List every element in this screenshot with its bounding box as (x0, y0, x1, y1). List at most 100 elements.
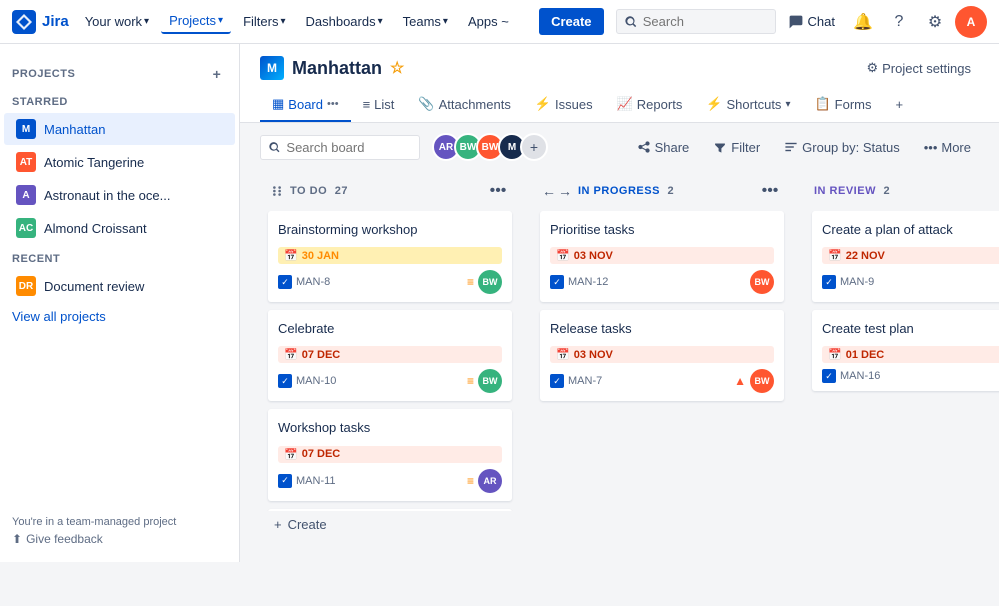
card-man12[interactable]: Prioritise tasks 📅 03 NOV MAN-12 BW (540, 211, 784, 302)
almond-icon: AC (16, 218, 36, 238)
card-man7[interactable]: Release tasks 📅 03 NOV MAN-7 ▲ BW (540, 310, 784, 401)
chat-button[interactable]: Chat (780, 10, 843, 34)
column-inreview-title: IN REVIEW 2 (814, 185, 999, 197)
card-man9-title: Create a plan of attack (822, 221, 999, 239)
card-man9-id: MAN-9 (822, 275, 874, 289)
search-box[interactable] (616, 9, 776, 34)
group-icon (784, 140, 798, 154)
user-avatar[interactable]: A (955, 6, 987, 38)
card-man10-title: Celebrate (278, 320, 502, 338)
project-icon: M (260, 56, 284, 80)
share-button[interactable]: Share (629, 136, 698, 159)
card-man11-bottom: MAN-11 ≡ AR (278, 469, 502, 493)
card-man13[interactable]: Contact marketing 📅 07 DEC MAN-13 ≡ (268, 509, 512, 511)
card-man8[interactable]: Brainstorming workshop 📅 30 JAN MAN-8 ≡ (268, 211, 512, 302)
tab-reports[interactable]: 📈 Reports (605, 88, 695, 122)
card-man8-id: MAN-8 (278, 275, 330, 289)
tab-issues[interactable]: ⚡ Issues (523, 88, 605, 122)
more-button[interactable]: ••• More (916, 136, 979, 159)
project-tabs: ▦ Board ••• ≡ List 📎 Attachments ⚡ Issue… (260, 88, 979, 122)
sidebar-item-atomic-tangerine[interactable]: AT Atomic Tangerine (4, 146, 235, 178)
search-input[interactable] (643, 14, 767, 29)
star-icon[interactable]: ☆ (390, 58, 404, 78)
card-man10[interactable]: Celebrate 📅 07 DEC MAN-10 ≡ BW (268, 310, 512, 401)
add-member-avatar[interactable]: + (520, 133, 548, 161)
nav-filters[interactable]: Filters ▾ (235, 10, 293, 33)
settings-button[interactable]: ⚙ (919, 6, 951, 38)
nav-teams[interactable]: Teams ▾ (395, 10, 456, 33)
give-feedback-button[interactable]: ⬆ Give feedback (12, 528, 240, 546)
chevron-down-icon: ▾ (443, 16, 448, 27)
card-man16-bottom: MAN-16 ≡ (822, 369, 999, 383)
card-man16-title: Create test plan (822, 320, 999, 338)
filter-button[interactable]: Filter (705, 136, 768, 159)
column-inprogress-more[interactable]: ••• (758, 179, 782, 203)
tab-board[interactable]: ▦ Board ••• (260, 88, 351, 122)
task-icon (550, 275, 564, 289)
sidebar-item-almond-croissant[interactable]: AC Almond Croissant (4, 212, 235, 244)
search-board-box[interactable] (260, 135, 420, 160)
column-todo-cards: Brainstorming workshop 📅 30 JAN MAN-8 ≡ (260, 211, 520, 511)
card-man16-id: MAN-16 (822, 369, 880, 383)
calendar-icon: 📅 (828, 348, 842, 361)
column-todo-title: TO DO 27 (290, 185, 480, 197)
tab-attachments[interactable]: 📎 Attachments (406, 88, 522, 122)
card-man7-title: Release tasks (550, 320, 774, 338)
column-inreview: IN REVIEW 2 ••• Create a plan of attack … (804, 171, 999, 542)
board-icon: ▦ (272, 96, 284, 112)
nav-dashboards[interactable]: Dashboards ▾ (297, 10, 390, 33)
priority-medium-icon: ≡ (467, 474, 474, 488)
sidebar-item-astronaut[interactable]: A Astronaut in the oce... (4, 179, 235, 211)
arrow-left-icon[interactable]: ← (542, 183, 556, 199)
astronaut-icon: A (16, 185, 36, 205)
card-man11-meta: ≡ AR (467, 469, 502, 493)
priority-high-icon: ▲ (734, 374, 746, 388)
tab-forms[interactable]: 📋 Forms (802, 88, 883, 122)
card-man7-bottom: MAN-7 ▲ BW (550, 369, 774, 393)
column-todo-header: TO DO 27 ••• (260, 171, 520, 211)
chevron-down-icon: ▾ (144, 16, 149, 27)
card-man8-date: 📅 30 JAN (278, 247, 502, 264)
column-inreview-header: IN REVIEW 2 ••• (804, 171, 999, 211)
nav-projects[interactable]: Projects ▾ (161, 9, 231, 34)
help-button[interactable]: ? (883, 6, 915, 38)
view-all-projects[interactable]: View all projects (0, 303, 239, 330)
board-tab-dots[interactable]: ••• (327, 98, 339, 110)
app-logo[interactable]: Jira (12, 10, 69, 34)
sidebar-item-manhattan[interactable]: M Manhattan (4, 113, 235, 145)
add-project-button[interactable]: + (207, 64, 227, 84)
tab-shortcuts[interactable]: ⚡ Shortcuts ▾ (694, 88, 802, 122)
avatar-bw: BW (750, 270, 774, 294)
nav-your-work[interactable]: Your work ▾ (77, 10, 157, 33)
card-man9[interactable]: Create a plan of attack 📅 22 NOV MAN-9 A… (812, 211, 999, 302)
task-icon (278, 474, 292, 488)
sidebar-item-document-review[interactable]: DR Document review (4, 270, 235, 302)
card-man8-meta: ≡ BW (467, 270, 502, 294)
card-man10-date: 📅 07 DEC (278, 346, 502, 363)
column-todo-more[interactable]: ••• (486, 179, 510, 203)
card-man7-id: MAN-7 (550, 374, 602, 388)
card-man12-id: MAN-12 (550, 275, 608, 289)
group-by-button[interactable]: Group by: Status (776, 136, 908, 159)
project-settings-button[interactable]: ⚙ Project settings (858, 56, 979, 80)
add-tab-button[interactable]: + (884, 88, 916, 122)
notifications-button[interactable]: 🔔 (847, 6, 879, 38)
starred-header: STARRED (0, 88, 239, 112)
arrow-right-icon[interactable]: → (558, 183, 572, 199)
task-icon (822, 275, 836, 289)
forms-icon: 📋 (814, 96, 830, 112)
tab-list[interactable]: ≡ List (351, 88, 407, 122)
card-man16[interactable]: Create test plan 📅 01 DEC MAN-16 ≡ (812, 310, 999, 391)
nav-apps[interactable]: Apps ~ (460, 10, 517, 33)
card-man10-bottom: MAN-10 ≡ BW (278, 369, 502, 393)
search-board-input[interactable] (286, 140, 411, 155)
column-inprogress-header: ← → IN PROGRESS 2 ••• (532, 171, 792, 211)
card-man7-meta: ▲ BW (734, 369, 774, 393)
project-title: M Manhattan ☆ (260, 56, 404, 80)
chat-icon (788, 14, 804, 30)
card-man11[interactable]: Workshop tasks 📅 07 DEC MAN-11 ≡ AR (268, 409, 512, 500)
jira-logo-text: Jira (42, 13, 69, 30)
main-layout: Projects + STARRED M Manhattan AT Atomic… (0, 44, 999, 562)
calendar-icon: 📅 (284, 448, 298, 461)
create-button[interactable]: Create (539, 8, 603, 35)
